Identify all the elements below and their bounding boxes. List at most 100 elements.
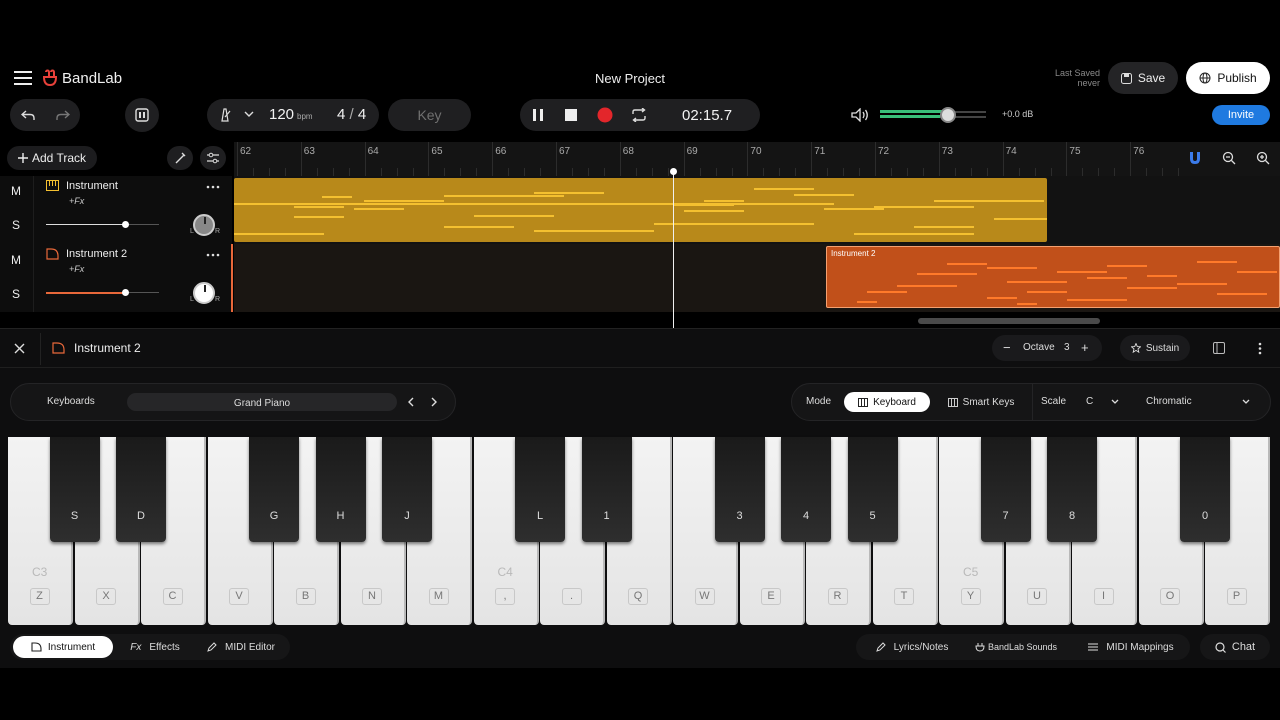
midi-clip[interactable]: Instrument 2 <box>826 246 1280 308</box>
track-header[interactable]: M S Instrument +Fx L R <box>0 176 232 244</box>
publish-button[interactable]: Publish <box>1186 62 1270 94</box>
mode-smart-keys-tab[interactable]: Smart Keys <box>938 392 1024 412</box>
midi-note <box>704 200 744 202</box>
midi-mappings-button[interactable]: MIDI Mappings <box>1078 636 1184 658</box>
slider-thumb[interactable] <box>122 289 129 296</box>
mode-keyboard-tab[interactable]: Keyboard <box>844 392 930 412</box>
chevron-right-icon[interactable] <box>431 397 437 407</box>
black-key[interactable]: 8 <box>1047 437 1097 542</box>
tempo-field[interactable]: 120 bpm <box>269 106 313 123</box>
project-title[interactable]: New Project <box>560 71 700 86</box>
black-key[interactable]: 5 <box>847 437 898 542</box>
fx-button[interactable]: +Fx <box>69 196 84 206</box>
octave-plus-button[interactable]: + <box>1081 340 1089 355</box>
lyrics-notes-button[interactable]: Lyrics/Notes <box>864 636 960 658</box>
more-icon[interactable] <box>206 253 220 257</box>
fx-button[interactable]: +Fx <box>69 264 84 274</box>
black-key[interactable]: 1 <box>581 437 632 542</box>
close-icon[interactable] <box>14 343 25 354</box>
mute-button[interactable]: M <box>11 253 21 267</box>
track-header[interactable]: M S Instrument 2 +Fx L R <box>0 244 232 312</box>
bandlab-sounds-button[interactable]: BandLab Sounds <box>966 636 1066 658</box>
sustain-button[interactable]: Sustain <box>1120 335 1190 361</box>
magnet-icon[interactable] <box>1189 151 1201 165</box>
chevron-down-icon[interactable] <box>244 111 254 118</box>
black-key[interactable]: 0 <box>1180 437 1230 542</box>
octave-minus-button[interactable]: − <box>1003 340 1011 355</box>
preset-name: Grand Piano <box>233 398 291 409</box>
ruler-number: 62 <box>240 146 252 157</box>
black-key[interactable]: 7 <box>980 437 1031 542</box>
track-volume-slider[interactable] <box>46 221 159 229</box>
solo-button[interactable]: S <box>12 287 20 301</box>
menu-icon[interactable] <box>14 70 32 86</box>
ruler-subtick <box>1098 168 1100 176</box>
chevron-down-icon <box>1111 399 1119 405</box>
ruler-subtick <box>635 168 637 176</box>
preset-name-field[interactable]: Grand Piano <box>127 393 397 411</box>
black-key[interactable]: H <box>315 437 366 542</box>
ruler-subtick <box>524 168 526 176</box>
timeline-ruler[interactable]: 62 63 64 65 66 67 68 69 70 71 72 73 74 75 76 <box>234 142 1280 176</box>
black-key[interactable]: 3 <box>714 437 765 542</box>
midi-note <box>1177 283 1227 285</box>
stop-icon[interactable] <box>565 109 577 121</box>
bandlab-logo[interactable]: BandLab <box>42 68 122 88</box>
more-icon[interactable] <box>1258 342 1262 355</box>
chevron-left-icon[interactable] <box>408 397 414 407</box>
keyboards-category[interactable]: Keyboards <box>47 396 95 407</box>
panel-toggle-button[interactable] <box>125 98 159 132</box>
midi-note <box>1027 291 1067 293</box>
playhead[interactable] <box>673 170 674 328</box>
midi-note <box>294 206 344 208</box>
solo-button[interactable]: S <box>12 218 20 232</box>
track-name[interactable]: Instrument 2 <box>66 248 127 260</box>
black-key[interactable]: D <box>116 437 166 542</box>
mixer-button[interactable] <box>200 146 226 170</box>
scale-type-select[interactable]: Chromatic <box>1138 392 1260 412</box>
invite-button[interactable]: Invite <box>1212 105 1270 125</box>
redo-icon[interactable] <box>55 109 70 121</box>
tab-instrument[interactable]: Instrument <box>13 636 113 658</box>
ruler-number: 71 <box>814 146 826 157</box>
slider-thumb[interactable] <box>122 221 129 228</box>
timeline-scrollbar[interactable] <box>918 318 1100 324</box>
scale-root-select[interactable]: C <box>1078 392 1128 412</box>
more-icon[interactable] <box>206 185 220 189</box>
zoom-out-icon[interactable] <box>1222 151 1236 165</box>
ruler-number: 73 <box>941 146 953 157</box>
ruler-subtick <box>1034 168 1036 176</box>
mute-button[interactable]: M <box>11 184 21 198</box>
speaker-icon[interactable] <box>851 108 869 122</box>
midi-clip[interactable] <box>234 178 1047 242</box>
tab-midi-editor[interactable]: MIDI Editor <box>196 636 286 658</box>
chat-button[interactable]: Chat <box>1200 634 1270 660</box>
black-key[interactable]: 4 <box>781 437 831 542</box>
black-key[interactable]: G <box>249 437 299 542</box>
zoom-in-icon[interactable] <box>1256 151 1270 165</box>
pan-knob[interactable] <box>193 282 215 304</box>
tab-effects[interactable]: Fx Effects <box>120 636 190 658</box>
playhead-handle[interactable] <box>670 168 677 175</box>
volume-knob[interactable] <box>940 107 956 123</box>
loop-icon[interactable] <box>631 108 647 122</box>
track-volume-slider[interactable] <box>46 289 159 297</box>
black-key[interactable]: J <box>382 437 432 542</box>
track-name[interactable]: Instrument <box>66 180 118 192</box>
record-icon[interactable] <box>597 107 613 123</box>
black-key[interactable]: L <box>515 437 565 542</box>
pan-indicator <box>204 217 206 224</box>
undo-icon[interactable] <box>20 109 35 121</box>
key-button[interactable]: Key <box>388 99 471 131</box>
master-volume-slider[interactable] <box>880 107 986 123</box>
layout-icon[interactable] <box>1213 342 1225 354</box>
pan-knob[interactable] <box>193 214 215 236</box>
metronome-icon[interactable] <box>218 108 232 122</box>
black-key[interactable]: S <box>49 437 100 542</box>
app-name: BandLab <box>62 69 123 87</box>
time-signature[interactable]: 4 / 4 <box>337 106 366 123</box>
tune-button[interactable] <box>167 146 193 170</box>
save-button[interactable]: Save <box>1108 62 1178 94</box>
pause-icon[interactable] <box>533 109 543 121</box>
add-track-button[interactable]: Add Track <box>7 146 97 170</box>
